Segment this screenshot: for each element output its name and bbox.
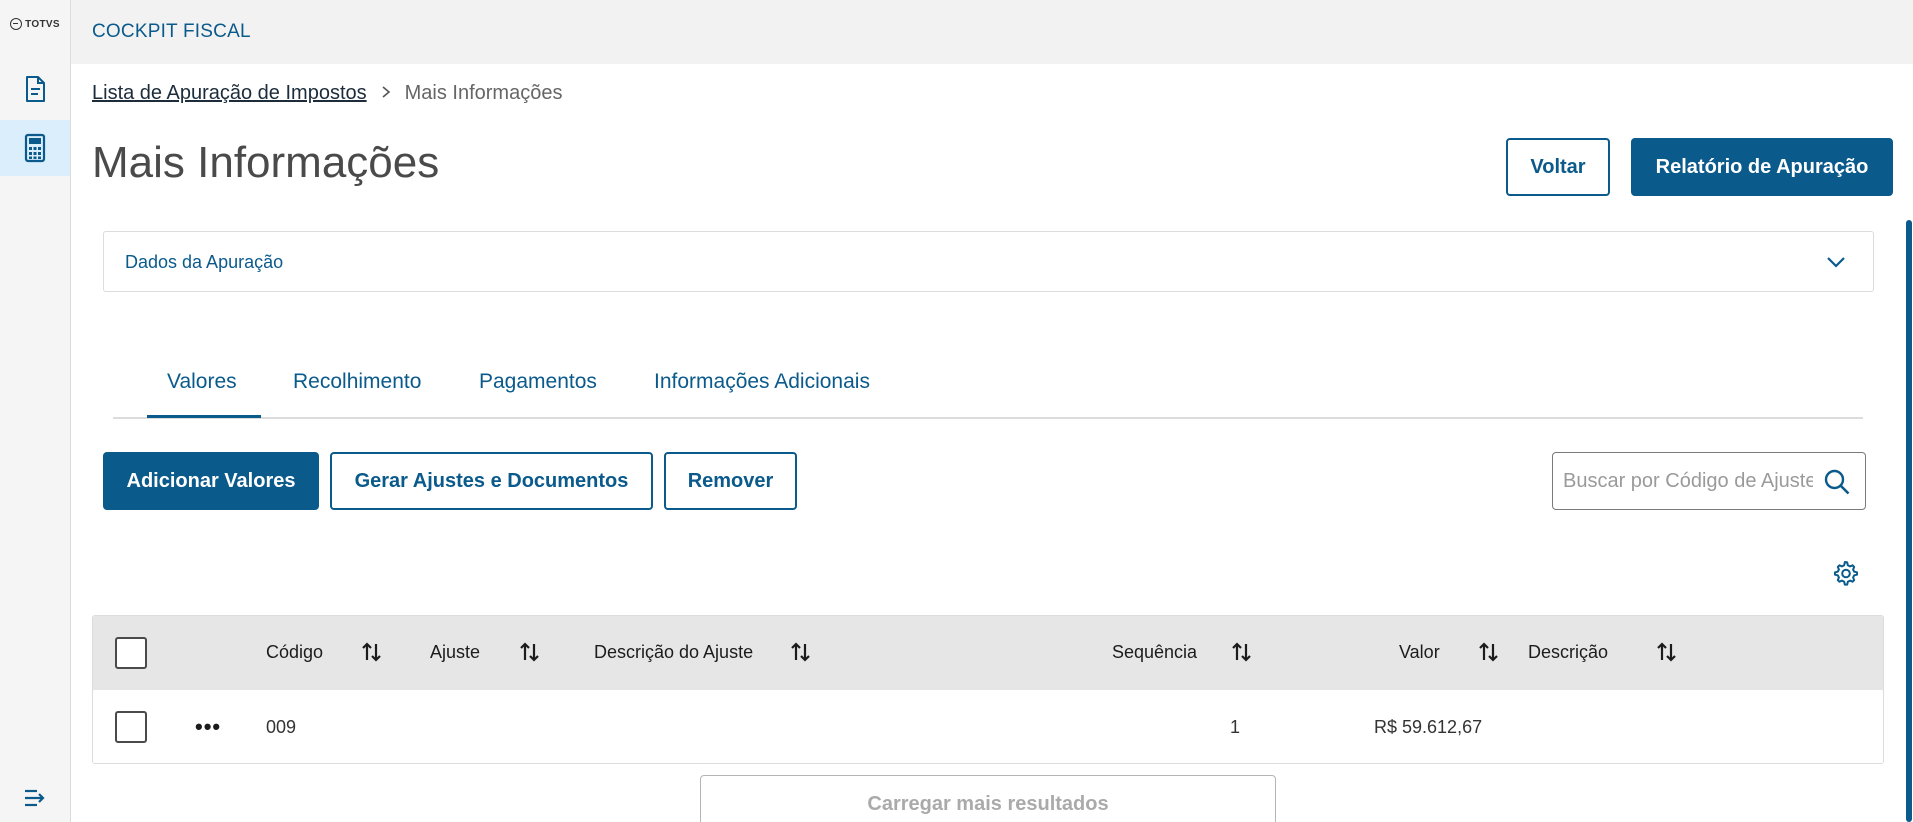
values-table: Código Ajuste Descrição do Ajuste Sequên… (92, 615, 1884, 764)
column-header-sequencia[interactable]: Sequência (1112, 642, 1197, 663)
column-header-descricao-ajuste[interactable]: Descrição do Ajuste (594, 642, 753, 663)
brand-name: TOTVS (25, 18, 60, 30)
tab-recolhimento[interactable]: Recolhimento (293, 370, 421, 394)
column-header-ajuste[interactable]: Ajuste (430, 642, 480, 663)
breadcrumb-separator-icon (381, 83, 391, 104)
top-header: COCKPIT FISCAL (71, 0, 1913, 64)
tab-valores[interactable]: Valores (167, 370, 237, 394)
sort-icon[interactable] (360, 640, 384, 664)
sort-icon[interactable] (1230, 640, 1254, 664)
accordion-dados-apuracao[interactable]: Dados da Apuração (103, 231, 1874, 292)
sidebar: TOTVS (0, 0, 71, 822)
column-header-descricao[interactable]: Descrição (1528, 642, 1608, 663)
column-header-valor[interactable]: Valor (1399, 642, 1440, 663)
breadcrumb: Lista de Apuração de Impostos Mais Infor… (92, 82, 562, 105)
brand-logo: TOTVS (0, 18, 70, 30)
sort-icon[interactable] (1477, 640, 1501, 664)
collapse-menu-icon (25, 789, 45, 807)
cell-valor: R$ 59.612,67 (1374, 717, 1483, 737)
column-header-codigo[interactable]: Código (266, 642, 323, 663)
breadcrumb-link-lista[interactable]: Lista de Apuração de Impostos (92, 82, 367, 105)
table-row: ••• 009 1 R$ 59.612,67 (93, 690, 1883, 763)
report-button[interactable]: Relatório de Apuração (1631, 138, 1893, 196)
chevron-down-icon (1827, 257, 1845, 268)
sidebar-collapse-button[interactable] (0, 770, 70, 822)
row-checkbox[interactable] (115, 711, 147, 743)
sort-icon[interactable] (1655, 640, 1679, 664)
app-title: COCKPIT FISCAL (92, 21, 251, 42)
load-more-button[interactable]: Carregar mais resultados (700, 775, 1276, 822)
table-header: Código Ajuste Descrição do Ajuste Sequên… (93, 616, 1883, 690)
app-root: TOTVS COCKPIT FISCAL Lista de Apuração d… (0, 0, 1913, 822)
search-box (1552, 452, 1866, 510)
sidebar-item-calculator[interactable] (0, 120, 70, 176)
remove-button[interactable]: Remover (664, 452, 797, 510)
tab-bar: Valores Recolhimento Pagamentos Informaç… (113, 350, 1863, 419)
search-input[interactable] (1563, 467, 1813, 495)
cell-sequencia: 1 (1230, 717, 1241, 737)
tab-pagamentos[interactable]: Pagamentos (479, 370, 597, 394)
cell-codigo: 009 (266, 717, 297, 737)
select-all-checkbox[interactable] (115, 637, 147, 669)
page-scrollbar[interactable] (1906, 220, 1912, 822)
tab-active-indicator (147, 415, 261, 418)
accordion-label: Dados da Apuração (125, 252, 284, 272)
back-button[interactable]: Voltar (1506, 138, 1610, 196)
document-icon (26, 76, 45, 102)
sort-icon[interactable] (789, 640, 813, 664)
calculator-icon (24, 133, 46, 163)
tab-informacoes-adicionais[interactable]: Informações Adicionais (654, 370, 870, 394)
row-actions-more-icon[interactable]: ••• (195, 714, 221, 740)
generate-adjustments-button[interactable]: Gerar Ajustes e Documentos (330, 452, 653, 510)
search-icon[interactable] (1823, 468, 1851, 496)
add-values-button[interactable]: Adicionar Valores (103, 452, 319, 510)
sort-icon[interactable] (518, 640, 542, 664)
page-title: Mais Informações (92, 138, 440, 187)
gear-icon[interactable] (1831, 559, 1859, 587)
sidebar-item-documents[interactable] (0, 61, 70, 117)
breadcrumb-current: Mais Informações (404, 82, 563, 104)
totvs-logo-icon (10, 18, 23, 30)
